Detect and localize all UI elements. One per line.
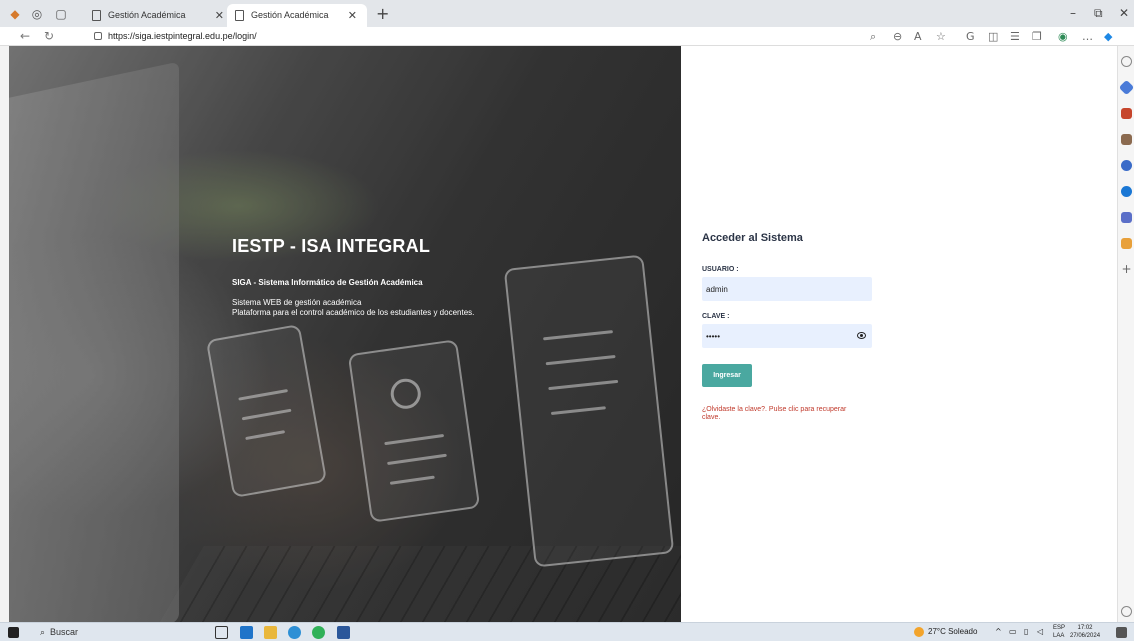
battery-icon[interactable]: ▯: [1024, 627, 1028, 636]
edge-sidebar: +: [1117, 46, 1134, 622]
windows-start-icon[interactable]: [8, 627, 19, 638]
hero-description: Sistema WEB de gestión académica Platafo…: [232, 298, 474, 318]
hero-desc-line2: Plataforma para el control académico de …: [232, 308, 475, 317]
network-icon[interactable]: ▭: [1009, 627, 1017, 636]
browser-title-bar: ◆ ◎ ▢ Gestión Académica ✕ Gestión Académ…: [0, 0, 1134, 27]
search-icon[interactable]: [1121, 56, 1132, 67]
close-window-icon[interactable]: ✕: [1119, 6, 1129, 20]
lang-line2: LAA: [1053, 633, 1065, 639]
search-icon: ⌕: [40, 628, 46, 638]
people-icon[interactable]: [1121, 134, 1132, 145]
password-field[interactable]: •••••: [702, 324, 872, 348]
notifications-icon[interactable]: [1116, 627, 1127, 638]
login-title: Acceder al Sistema: [702, 232, 803, 244]
drop-icon[interactable]: [1121, 238, 1132, 249]
clock-time: 17:02: [1077, 625, 1093, 631]
word-icon[interactable]: [337, 626, 350, 639]
tab-label: Gestión Académica: [251, 10, 329, 20]
clock-date: 27/06/2024: [1070, 633, 1101, 639]
tabs-icon[interactable]: ▢: [54, 7, 68, 21]
hero-subtitle: SIGA - Sistema Informático de Gestión Ac…: [232, 278, 423, 287]
password-label: CLAVE :: [702, 313, 730, 320]
login-panel: Acceder al Sistema USUARIO : admin CLAVE…: [681, 46, 1117, 622]
hero-overlay: [9, 46, 681, 622]
user-value: admin: [706, 285, 728, 294]
user-field[interactable]: admin: [702, 277, 872, 301]
zoom-icon[interactable]: ⊖: [893, 30, 902, 43]
hero-panel: IESTP - ISA INTEGRAL SIGA - Sistema Info…: [9, 46, 681, 622]
tab-2[interactable]: Gestión Académica ✕: [227, 4, 367, 27]
tray-chevron-icon[interactable]: ^: [995, 627, 1002, 636]
edge-taskbar-icon[interactable]: [288, 626, 301, 639]
weather-icon[interactable]: [914, 627, 924, 637]
hero-title: IESTP - ISA INTEGRAL: [232, 236, 431, 256]
lang-line1: ESP: [1053, 625, 1066, 631]
address-bar: ← ↻ https://siga.iestpintegral.edu.pe/lo…: [0, 27, 1134, 46]
volume-icon[interactable]: ◁: [1037, 627, 1043, 636]
taskbar-search[interactable]: ⌕ Buscar: [40, 627, 78, 638]
lock-icon[interactable]: [94, 32, 102, 40]
collections-icon[interactable]: ❐: [1032, 30, 1042, 43]
page-icon: [235, 10, 244, 21]
back-icon[interactable]: ←: [20, 29, 30, 43]
shopping-icon[interactable]: [1121, 108, 1132, 119]
split-icon[interactable]: ◫: [988, 30, 998, 43]
page-icon: [92, 10, 101, 21]
hero-desc-line1: Sistema WEB de gestión académica: [232, 298, 362, 307]
file-explorer-icon[interactable]: [264, 626, 277, 639]
mail-icon[interactable]: [240, 626, 253, 639]
history-icon[interactable]: ◎: [30, 7, 44, 21]
copilot-icon[interactable]: G: [966, 30, 975, 43]
games-icon[interactable]: [1121, 160, 1132, 171]
tab-1[interactable]: Gestión Académica ✕: [84, 4, 234, 27]
page-viewport: IESTP - ISA INTEGRAL SIGA - Sistema Info…: [9, 46, 1117, 622]
minimize-icon[interactable]: –: [1070, 6, 1076, 20]
windows-taskbar: ⌕ Buscar 27°C Soleado ^ ▭ ▯ ◁ ESP LAA 17:…: [0, 622, 1134, 641]
password-value: •••••: [706, 332, 721, 341]
search-label: Buscar: [50, 627, 79, 637]
settings-icon[interactable]: [1121, 606, 1132, 617]
forgot-password-link[interactable]: ¿Olvidaste la clave?. Pulse clic para re…: [702, 406, 862, 422]
close-tab-icon[interactable]: ✕: [215, 9, 224, 22]
refresh-icon[interactable]: ↻: [44, 29, 54, 43]
whatsapp-icon[interactable]: [312, 626, 325, 639]
close-tab-icon[interactable]: ✕: [348, 9, 357, 22]
search-page-icon[interactable]: ⌕: [870, 30, 876, 44]
tab-label: Gestión Académica: [108, 10, 186, 20]
restore-icon[interactable]: ⧉: [1094, 6, 1103, 21]
language-indicator[interactable]: ESP LAA: [1053, 624, 1065, 640]
tag-icon[interactable]: [1118, 79, 1134, 96]
show-password-icon[interactable]: [857, 332, 866, 339]
url-field[interactable]: https://siga.iestpintegral.edu.pe/login/: [94, 31, 257, 41]
read-aloud-icon[interactable]: A: [914, 30, 922, 43]
login-button[interactable]: Ingresar: [702, 364, 752, 387]
favorite-icon[interactable]: ☆: [936, 30, 946, 43]
tools-icon[interactable]: [1121, 212, 1132, 223]
edge-icon[interactable]: ◆: [8, 7, 22, 21]
add-sidebar-icon[interactable]: +: [1121, 263, 1132, 275]
copilot-sidebar-icon[interactable]: ◆: [1104, 30, 1112, 43]
user-label: USUARIO :: [702, 266, 739, 273]
outlook-icon[interactable]: [1121, 186, 1132, 197]
url-text: https://siga.iestpintegral.edu.pe/login/: [108, 31, 257, 41]
favorites-icon[interactable]: ☰: [1010, 30, 1020, 43]
task-view-icon[interactable]: [215, 626, 228, 639]
clock[interactable]: 17:02 27/06/2024: [1070, 624, 1100, 640]
weather-text[interactable]: 27°C Soleado: [928, 627, 977, 636]
more-icon[interactable]: …: [1082, 30, 1093, 43]
new-tab-button[interactable]: +: [376, 4, 389, 23]
extensions-icon[interactable]: ◉: [1058, 30, 1068, 43]
